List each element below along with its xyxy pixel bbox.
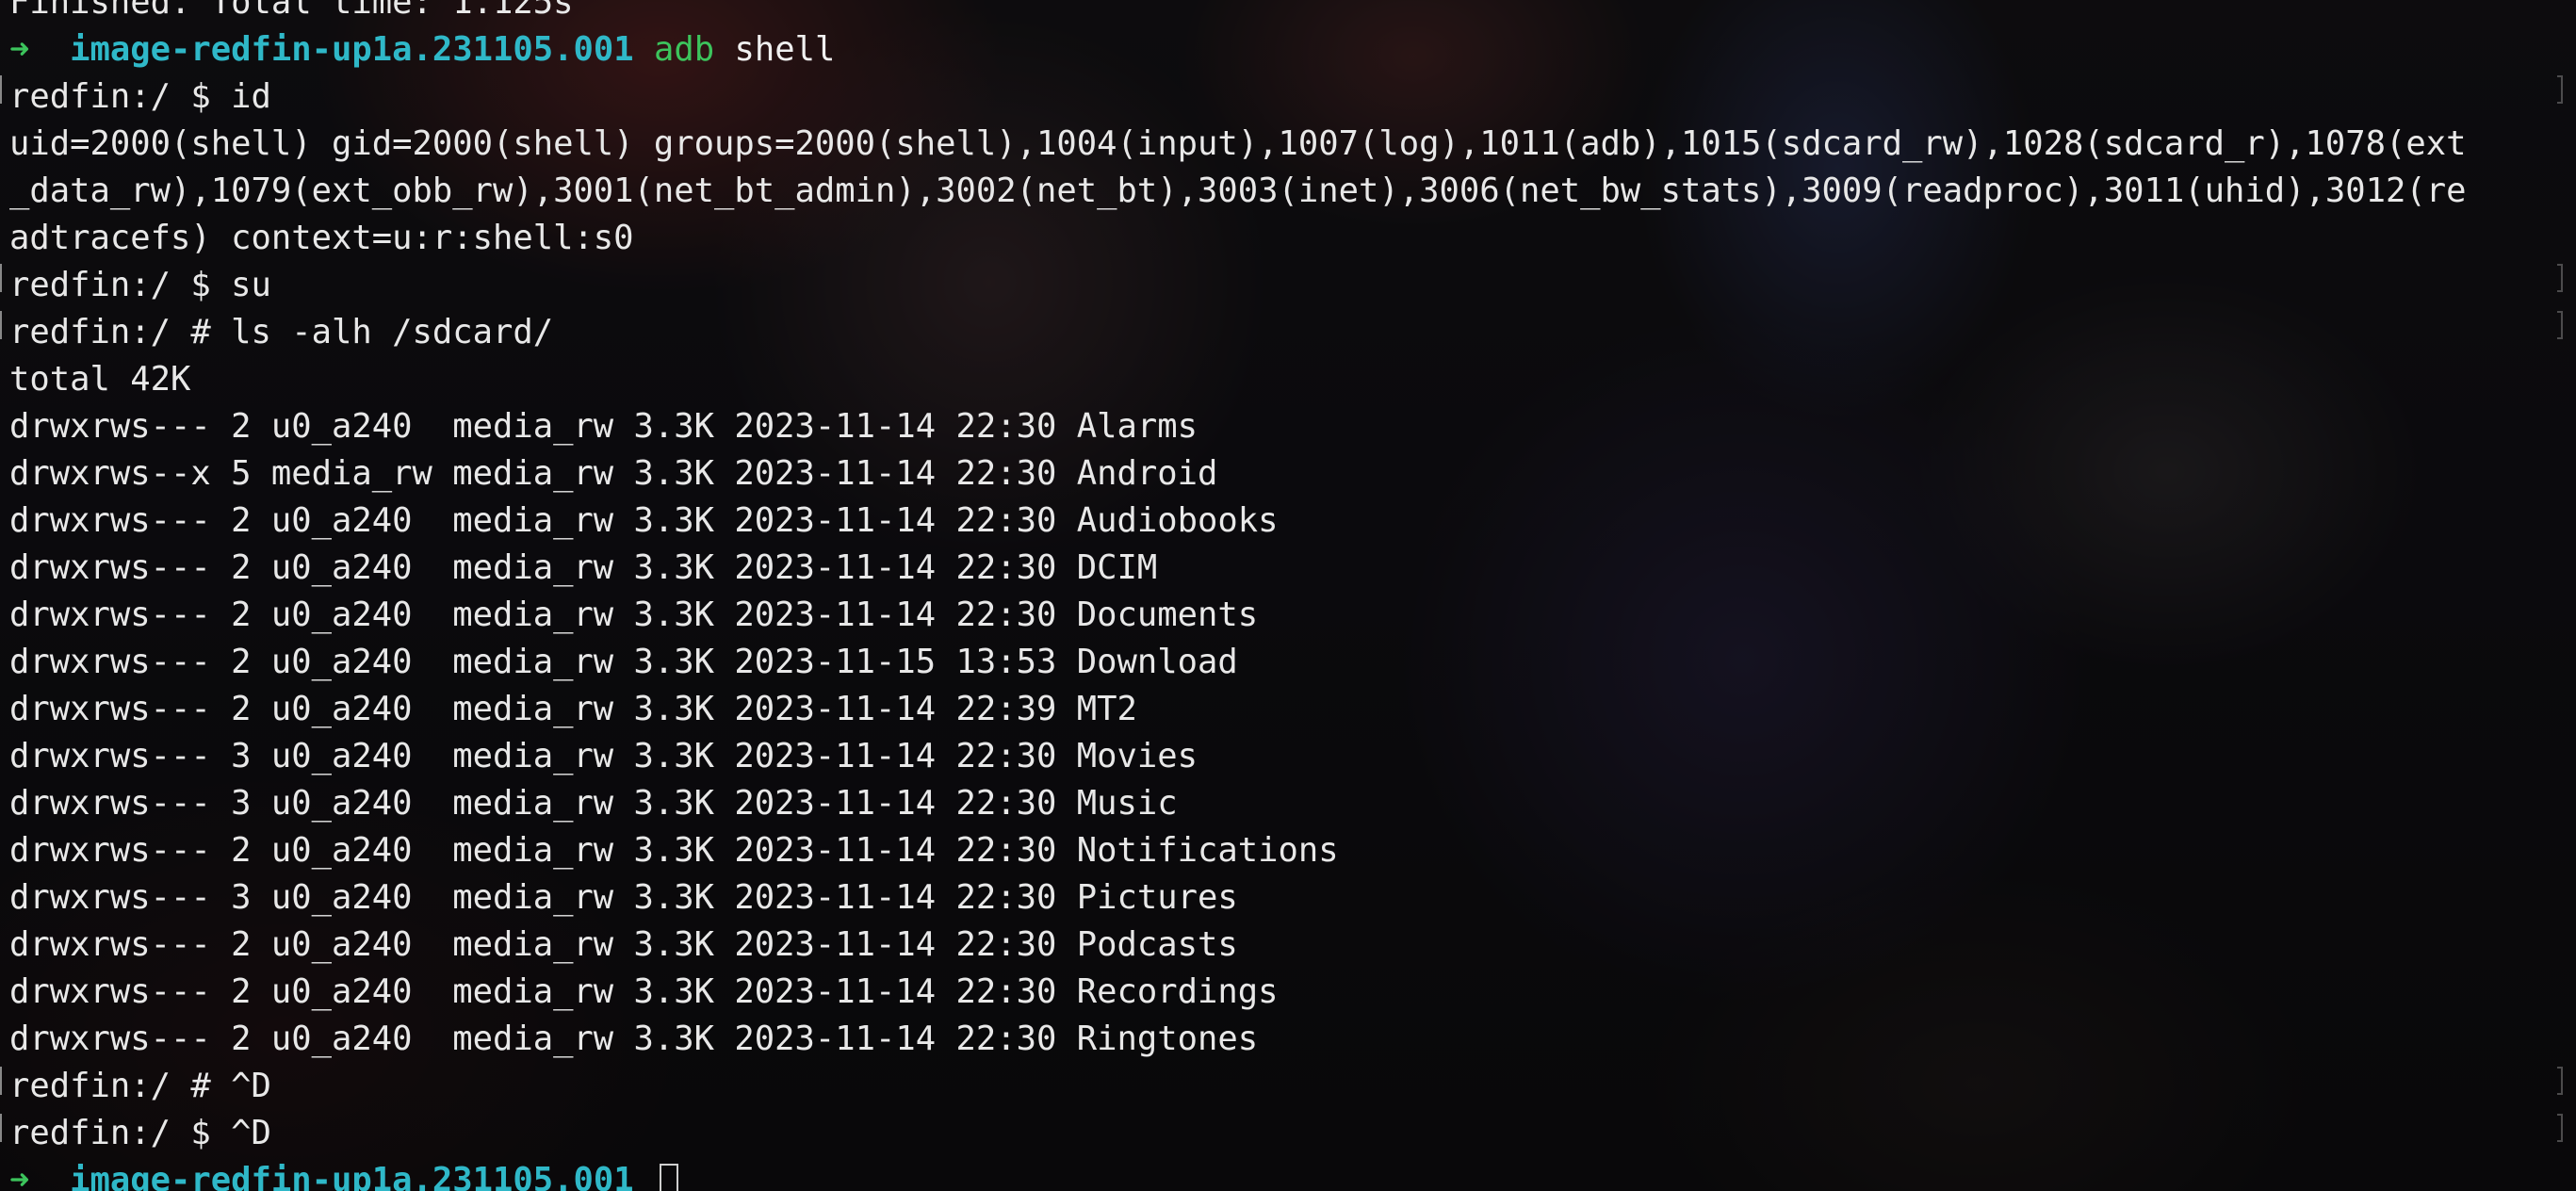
mark-bracket-left (0, 311, 5, 339)
prompt-arrow-icon: ➜ (9, 30, 30, 69)
output-line: total 42K (9, 360, 191, 399)
output-line: uid=2000(shell) gid=2000(shell) groups=2… (9, 124, 2467, 163)
command-name: adb (653, 30, 715, 69)
mark-bracket-left (0, 1114, 5, 1142)
mark-bracket-right (2557, 1067, 2563, 1095)
command-args: shell (734, 30, 836, 69)
listing-row: drwxrws--- 2 u0_a240 media_rw 3.3K 2023-… (9, 831, 1339, 870)
listing-row: drwxrws--- 3 u0_a240 media_rw 3.3K 2023-… (9, 737, 1198, 775)
listing-row: drwxrws--- 2 u0_a240 media_rw 3.3K 2023-… (9, 925, 1238, 964)
text-cursor[interactable] (659, 1164, 678, 1191)
listing-row: drwxrws--- 2 u0_a240 media_rw 3.3K 2023-… (9, 501, 1279, 540)
listing-row: drwxrws--- 3 u0_a240 media_rw 3.3K 2023-… (9, 878, 1238, 917)
listing-row: drwxrws--- 2 u0_a240 media_rw 3.3K 2023-… (9, 407, 1198, 446)
shell-prompt-line: ➜ image-redfin-up1a.231105.001 adb shell (9, 26, 2538, 73)
listing-row: drwxrws--- 2 u0_a240 media_rw 3.3K 2023-… (9, 548, 1158, 587)
listing-row: drwxrws--- 2 u0_a240 media_rw 3.3K 2023-… (9, 1020, 1259, 1058)
listing-row: drwxrws--- 2 u0_a240 media_rw 3.3K 2023-… (9, 972, 1279, 1011)
listing-row: drwxrws--- 2 u0_a240 media_rw 3.3K 2023-… (9, 596, 1259, 634)
active-prompt-line[interactable]: ➜ image-redfin-up1a.231105.001 (9, 1157, 2538, 1191)
command-line: redfin:/ # ls -alh /sdcard/ (9, 313, 554, 351)
command-line: redfin:/ # ^D (9, 1067, 271, 1105)
output-line: _data_rw),1079(ext_obb_rw),3001(net_bt_a… (9, 171, 2467, 210)
listing-row: drwxrws--- 2 u0_a240 media_rw 3.3K 2023-… (9, 690, 1137, 728)
prompt-directory: image-redfin-up1a.231105.001 (70, 30, 634, 69)
mark-bracket-right (2557, 75, 2563, 104)
listing-row: drwxrws--x 5 media_rw media_rw 3.3K 2023… (9, 454, 1218, 493)
mark-bracket-right (2557, 311, 2563, 339)
terminal-window[interactable]: Finished. Total time: 1.125s ➜ image-red… (0, 0, 2576, 1191)
command-line: redfin:/ $ su (9, 266, 271, 304)
listing-row: drwxrws--- 3 u0_a240 media_rw 3.3K 2023-… (9, 784, 1178, 823)
mark-bracket-left (0, 264, 5, 292)
command-line: redfin:/ $ id (9, 77, 271, 116)
output-line: adtracefs) context=u:r:shell:s0 (9, 219, 634, 257)
listing-row: drwxrws--- 2 u0_a240 media_rw 3.3K 2023-… (9, 643, 1238, 681)
prompt-arrow-icon: ➜ (9, 1161, 30, 1191)
terminal-output: Finished. Total time: 1.125s ➜ image-red… (9, 0, 2538, 1191)
mark-bracket-left (0, 1067, 5, 1095)
prompt-directory: image-redfin-up1a.231105.001 (70, 1161, 634, 1191)
mark-bracket-right (2557, 1114, 2563, 1142)
command-line: redfin:/ $ ^D (9, 1114, 271, 1152)
previous-output-line: Finished. Total time: 1.125s (9, 0, 574, 22)
mark-bracket-left (0, 75, 5, 104)
mark-bracket-right (2557, 264, 2563, 292)
